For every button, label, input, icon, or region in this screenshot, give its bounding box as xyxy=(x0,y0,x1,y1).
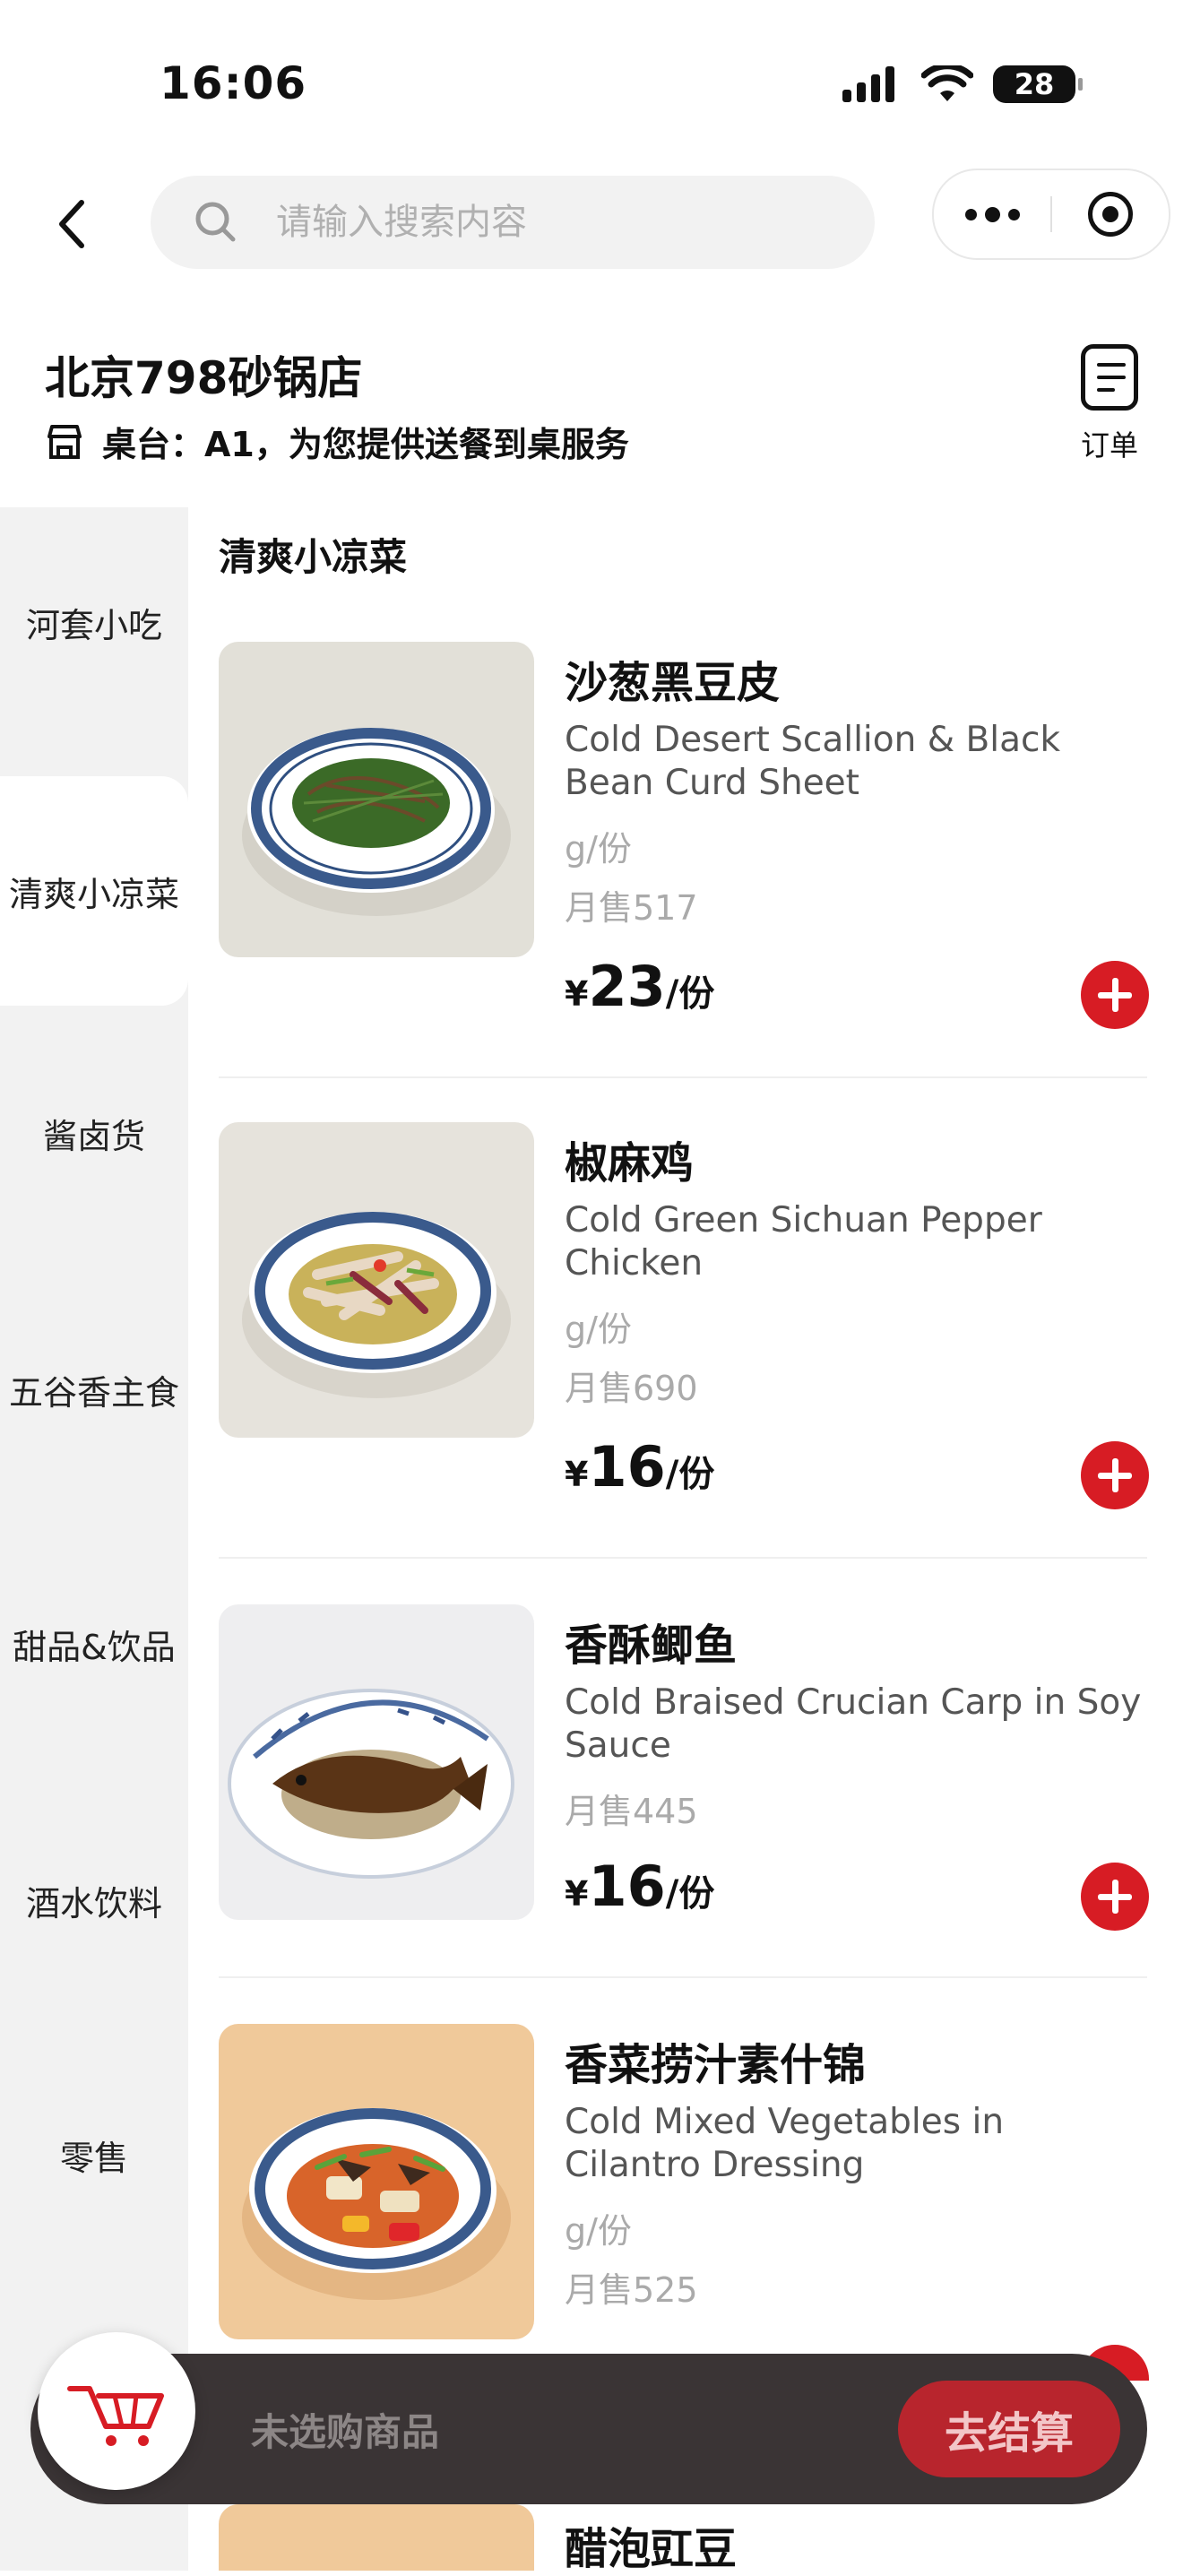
sidebar-item-staples[interactable]: 五谷香主食 xyxy=(0,1275,188,1504)
sidebar-item-retail[interactable]: 零售 xyxy=(0,2040,188,2269)
currency-symbol: ¥ xyxy=(565,974,589,1014)
order-button[interactable]: 订单 xyxy=(1066,344,1153,464)
currency-symbol: ¥ xyxy=(565,1455,589,1494)
price-value: 16 xyxy=(588,1434,666,1500)
order-list-icon xyxy=(1081,344,1138,411)
dish-name: 椒麻鸡 xyxy=(565,1138,695,1189)
dish-unit: g/份 xyxy=(565,2211,632,2251)
battery-indicator: 28 xyxy=(993,65,1083,103)
store-name: 北京798砂锅店 xyxy=(45,352,363,404)
search-bar[interactable] xyxy=(151,176,875,269)
dish-name: 香菜捞汁素什锦 xyxy=(565,2040,867,2090)
dish-monthly-sales: 月售445 xyxy=(565,1792,698,1831)
back-button[interactable] xyxy=(45,188,99,260)
wifi-icon xyxy=(921,65,973,101)
menu-item[interactable]: 椒麻鸡 Cold Green Sichuan Pepper Chicken g/… xyxy=(219,1122,1149,1543)
close-mini-program-icon xyxy=(1088,192,1133,237)
cart-empty-text: 未选购商品 xyxy=(251,2410,440,2454)
price-unit: /份 xyxy=(665,1454,715,1495)
price-unit: /份 xyxy=(665,1873,715,1915)
dish-price: ¥23/份 xyxy=(565,954,714,1019)
dish-english-name: Cold Green Sichuan Pepper Chicken xyxy=(565,1200,1042,1284)
sidebar-item-cold-dishes[interactable]: 清爽小凉菜 xyxy=(0,776,188,1006)
currency-symbol: ¥ xyxy=(565,1874,589,1914)
menu-item[interactable]: 沙葱黑豆皮 Cold Desert Scallion & Black Bean … xyxy=(219,642,1149,1063)
dish-monthly-sales: 月售690 xyxy=(565,1369,698,1408)
item-divider xyxy=(219,1976,1147,1978)
more-dots-icon[interactable] xyxy=(934,206,1050,222)
dish-name: 香酥鲫鱼 xyxy=(565,1621,738,1671)
item-divider xyxy=(219,1076,1147,1078)
dish-photo xyxy=(219,2504,534,2571)
table-info-text: 桌台：A1，为您提供送餐到桌服务 xyxy=(102,425,629,464)
dish-unit: g/份 xyxy=(565,1310,632,1349)
dish-price: ¥16/份 xyxy=(565,1434,714,1500)
search-icon xyxy=(195,202,236,242)
add-to-cart-button[interactable] xyxy=(1081,1441,1149,1509)
dish-unit: g/份 xyxy=(565,829,632,869)
category-sidebar: 河套小吃 清爽小凉菜 酱卤货 五谷香主食 甜品&饮品 酒水饮料 零售 xyxy=(0,507,188,2571)
price-value: 23 xyxy=(588,954,666,1019)
dish-english-name: Cold Desert Scallion & Black Bean Curd S… xyxy=(565,720,1061,803)
price-value: 16 xyxy=(588,1854,666,1919)
add-to-cart-button[interactable] xyxy=(1081,1863,1149,1931)
search-input[interactable] xyxy=(274,201,816,244)
section-title: 清爽小凉菜 xyxy=(219,535,408,579)
sidebar-item-beverages[interactable]: 酒水饮料 xyxy=(0,1785,188,2015)
dish-english-name: Cold Mixed Vegetables in Cilantro Dressi… xyxy=(565,2102,1005,2185)
checkout-button[interactable]: 去结算 xyxy=(898,2381,1120,2477)
status-icons: 28 xyxy=(842,63,1083,106)
price-unit: /份 xyxy=(665,973,715,1015)
menu-item[interactable]: 香菜捞汁素什锦 Cold Mixed Vegetables in Cilantr… xyxy=(219,2024,1147,2347)
status-time: 16:06 xyxy=(160,57,307,109)
dish-photo xyxy=(219,1604,534,1920)
sidebar-item-hetao-snacks[interactable]: 河套小吃 xyxy=(0,507,188,737)
menu-item[interactable]: 香酥鲫鱼 Cold Braised Crucian Carp in Soy Sa… xyxy=(219,1604,1149,1963)
dish-monthly-sales: 月售517 xyxy=(565,888,698,928)
cart-icon xyxy=(67,2386,164,2446)
back-chevron-icon xyxy=(59,200,84,248)
dish-photo xyxy=(219,2024,534,2339)
close-mini-program-button[interactable] xyxy=(1052,192,1169,237)
dish-photo xyxy=(219,1122,534,1438)
mini-program-capsule xyxy=(932,169,1170,260)
dish-name: 沙葱黑豆皮 xyxy=(565,658,781,708)
shop-icon xyxy=(47,424,82,459)
signal-icon xyxy=(842,66,894,102)
order-label: 订单 xyxy=(1080,428,1138,462)
cart-button[interactable] xyxy=(38,2332,195,2490)
dish-english-name: Cold Braised Crucian Carp in Soy Sauce xyxy=(565,1682,1142,1766)
dish-photo xyxy=(219,642,534,957)
dish-monthly-sales: 月售525 xyxy=(565,2270,698,2310)
table-info: 桌台：A1，为您提供送餐到桌服务 xyxy=(45,417,629,466)
add-to-cart-button[interactable] xyxy=(1081,961,1149,1029)
sidebar-item-braised-meats[interactable]: 酱卤货 xyxy=(0,1018,188,1248)
item-divider xyxy=(219,1557,1147,1559)
sidebar-item-desserts-drinks[interactable]: 甜品&饮品 xyxy=(0,1529,188,1759)
menu-item[interactable]: 醋泡豇豆 xyxy=(219,2504,1147,2574)
dish-price: ¥16/份 xyxy=(565,1854,714,1919)
dish-name: 醋泡豇豆 xyxy=(565,2524,738,2574)
